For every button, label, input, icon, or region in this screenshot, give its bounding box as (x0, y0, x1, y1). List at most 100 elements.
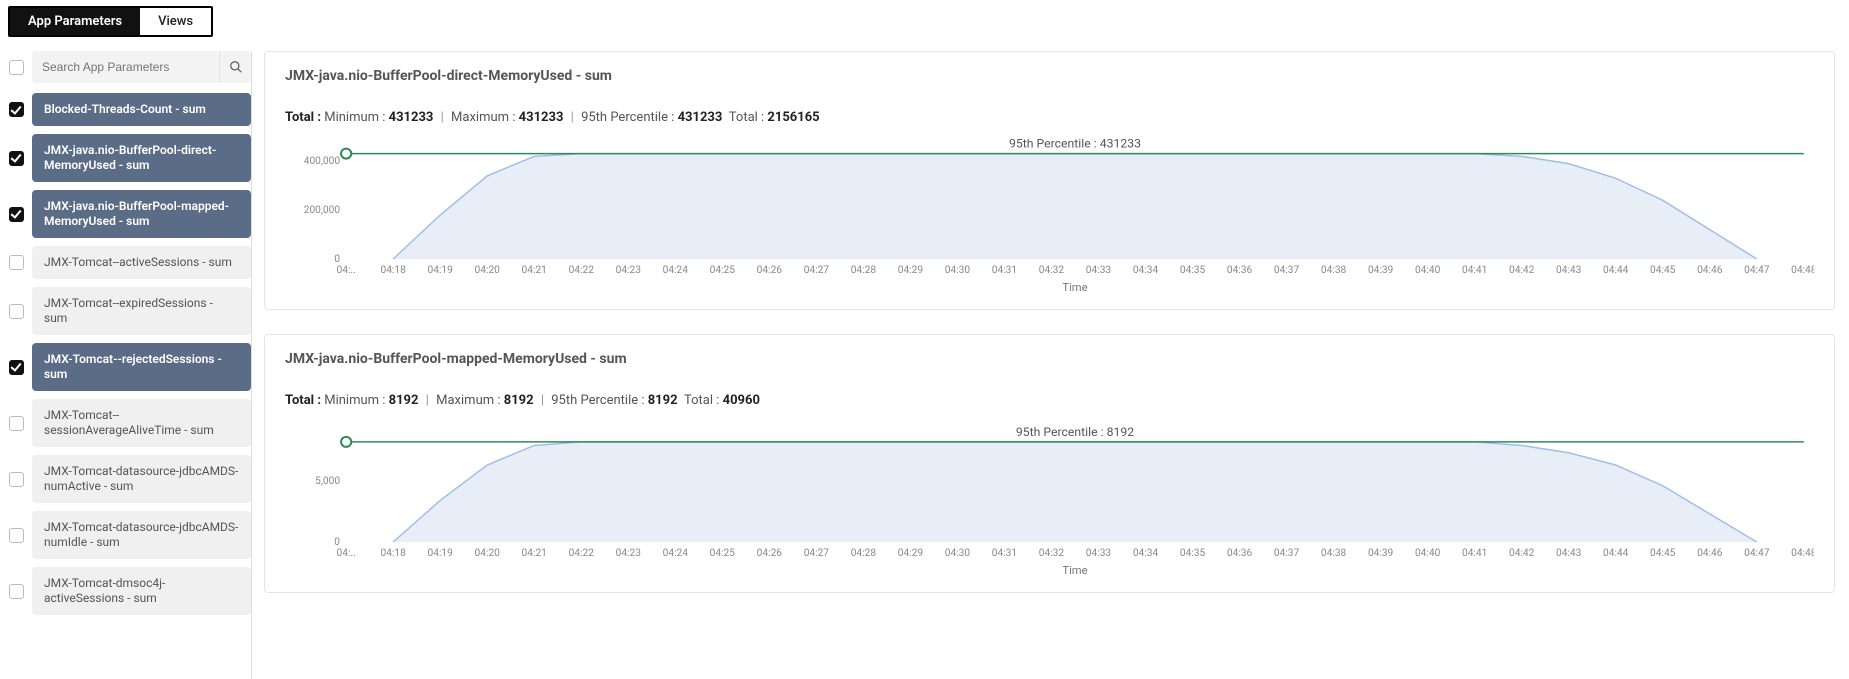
search-button[interactable] (219, 51, 251, 83)
param-checkbox[interactable] (9, 255, 24, 270)
svg-text:0: 0 (334, 254, 340, 265)
svg-text:04:39: 04:39 (1368, 265, 1393, 276)
param-checkbox[interactable] (9, 304, 24, 319)
svg-text:04:36: 04:36 (1227, 265, 1253, 276)
svg-text:04:45: 04:45 (1650, 548, 1676, 559)
svg-text:04:21: 04:21 (522, 265, 547, 276)
sidebar-item-param[interactable]: JMX-Tomcat--activeSessions - sum (32, 246, 251, 279)
svg-text:95th Percentile : 8192: 95th Percentile : 8192 (1016, 425, 1134, 439)
svg-text:04:47: 04:47 (1744, 548, 1770, 559)
svg-text:04:48: 04:48 (1791, 548, 1814, 559)
svg-text:04:38: 04:38 (1321, 548, 1347, 559)
svg-text:04:28: 04:28 (851, 265, 877, 276)
param-checkbox[interactable] (9, 360, 24, 375)
svg-text:04:21: 04:21 (522, 548, 547, 559)
svg-text:Time: Time (1062, 281, 1087, 294)
param-checkbox[interactable] (9, 472, 24, 487)
svg-text:04:46: 04:46 (1697, 548, 1723, 559)
svg-text:04:23: 04:23 (616, 548, 642, 559)
sidebar-item-param[interactable]: JMX-Tomcat-datasource-jdbcAMDS-numActive… (32, 455, 251, 503)
svg-text:04:42: 04:42 (1509, 548, 1535, 559)
svg-text:04:32: 04:32 (1039, 548, 1065, 559)
svg-text:04:26: 04:26 (757, 548, 783, 559)
svg-text:04:41: 04:41 (1462, 265, 1487, 276)
svg-text:04:29: 04:29 (898, 548, 923, 559)
svg-text:04:36: 04:36 (1227, 548, 1253, 559)
svg-text:95th Percentile : 431233: 95th Percentile : 431233 (1009, 139, 1141, 151)
svg-text:04:44: 04:44 (1603, 265, 1629, 276)
sidebar-item-param[interactable]: JMX-Tomcat--expiredSessions - sum (32, 287, 251, 335)
svg-text:Time: Time (1062, 564, 1087, 577)
svg-text:04:27: 04:27 (804, 265, 830, 276)
sidebar-item-param[interactable]: JMX-Tomcat--rejectedSessions - sum (32, 343, 251, 391)
sidebar-item-param[interactable]: Blocked-Threads-Count - sum (32, 93, 251, 126)
svg-text:04:26: 04:26 (757, 265, 783, 276)
svg-text:04:35: 04:35 (1180, 265, 1206, 276)
svg-text:04:38: 04:38 (1321, 265, 1347, 276)
svg-text:04:37: 04:37 (1274, 265, 1300, 276)
svg-text:04:20: 04:20 (475, 265, 501, 276)
main-content: JMX-java.nio-BufferPool-direct-MemoryUse… (264, 51, 1849, 679)
svg-text:04:41: 04:41 (1462, 548, 1487, 559)
sidebar-item-param[interactable]: JMX-java.nio-BufferPool-mapped-MemoryUse… (32, 190, 251, 238)
svg-text:04:18: 04:18 (381, 548, 407, 559)
svg-text:04:48: 04:48 (1791, 265, 1814, 276)
svg-text:04:40: 04:40 (1415, 265, 1441, 276)
param-checkbox[interactable] (9, 416, 24, 431)
param-checkbox[interactable] (9, 207, 24, 222)
svg-text:04:43: 04:43 (1556, 548, 1582, 559)
svg-text:0: 0 (334, 537, 340, 548)
svg-text:04:35: 04:35 (1180, 548, 1206, 559)
svg-text:04:47: 04:47 (1744, 265, 1770, 276)
param-checkbox[interactable] (9, 584, 24, 599)
search-box (32, 51, 251, 83)
svg-text:04:33: 04:33 (1086, 548, 1112, 559)
svg-text:04:20: 04:20 (475, 548, 501, 559)
svg-text:04:34: 04:34 (1133, 265, 1159, 276)
svg-text:04:32: 04:32 (1039, 265, 1065, 276)
chart-stats: Total : Minimum : 431233 | Maximum : 431… (285, 110, 1814, 125)
param-checkbox[interactable] (9, 102, 24, 117)
svg-text:04:44: 04:44 (1603, 548, 1629, 559)
svg-text:04:45: 04:45 (1650, 265, 1676, 276)
chart-plot[interactable]: 95th Percentile : 819204:..04:1804:1904:… (285, 422, 1814, 582)
sidebar-item-param[interactable]: JMX-java.nio-BufferPool-direct-MemoryUse… (32, 134, 251, 182)
svg-text:04:31: 04:31 (992, 548, 1017, 559)
svg-text:04:34: 04:34 (1133, 548, 1159, 559)
svg-text:04:24: 04:24 (663, 548, 689, 559)
svg-text:04:43: 04:43 (1556, 265, 1582, 276)
svg-text:200,000: 200,000 (304, 205, 341, 216)
sidebar-item-param[interactable]: JMX-Tomcat--sessionAverageAliveTime - su… (32, 399, 251, 447)
param-checkbox[interactable] (9, 528, 24, 543)
svg-text:04:27: 04:27 (804, 548, 830, 559)
chart-card: JMX-java.nio-BufferPool-direct-MemoryUse… (264, 51, 1835, 310)
svg-text:5,000: 5,000 (315, 476, 340, 487)
chart-stats: Total : Minimum : 8192 | Maximum : 8192 … (285, 393, 1814, 408)
svg-text:04:18: 04:18 (381, 265, 407, 276)
search-input[interactable] (32, 52, 219, 82)
sidebar: Blocked-Threads-Count - sum JMX-java.nio-… (0, 51, 252, 679)
tab-app-parameters[interactable]: App Parameters (10, 8, 140, 35)
chart-title: JMX-java.nio-BufferPool-direct-MemoryUse… (285, 68, 1814, 84)
svg-text:04:..: 04:.. (337, 265, 356, 276)
svg-text:04:..: 04:.. (337, 548, 356, 559)
svg-text:04:29: 04:29 (898, 265, 923, 276)
svg-text:04:23: 04:23 (616, 265, 642, 276)
tab-views[interactable]: Views (140, 8, 211, 35)
param-checkbox[interactable] (9, 151, 24, 166)
svg-text:04:25: 04:25 (710, 265, 736, 276)
chart-title: JMX-java.nio-BufferPool-mapped-MemoryUse… (285, 351, 1814, 367)
chart-plot[interactable]: 95th Percentile : 431233 04:.. 04:18 04:19 0… (285, 139, 1814, 299)
svg-text:04:37: 04:37 (1274, 548, 1300, 559)
svg-text:04:46: 04:46 (1697, 265, 1723, 276)
svg-text:04:25: 04:25 (710, 548, 736, 559)
svg-text:04:28: 04:28 (851, 548, 877, 559)
select-all-checkbox[interactable] (9, 60, 24, 75)
svg-text:04:19: 04:19 (428, 265, 453, 276)
parameter-list: Blocked-Threads-Count - sum JMX-java.nio-… (8, 93, 251, 615)
svg-text:04:24: 04:24 (663, 265, 689, 276)
sidebar-item-param[interactable]: JMX-Tomcat-dmsoc4j-activeSessions - sum (32, 567, 251, 615)
chart-card: JMX-java.nio-BufferPool-mapped-MemoryUse… (264, 334, 1835, 593)
sidebar-item-param[interactable]: JMX-Tomcat-datasource-jdbcAMDS-numIdle -… (32, 511, 251, 559)
search-icon (229, 60, 243, 74)
